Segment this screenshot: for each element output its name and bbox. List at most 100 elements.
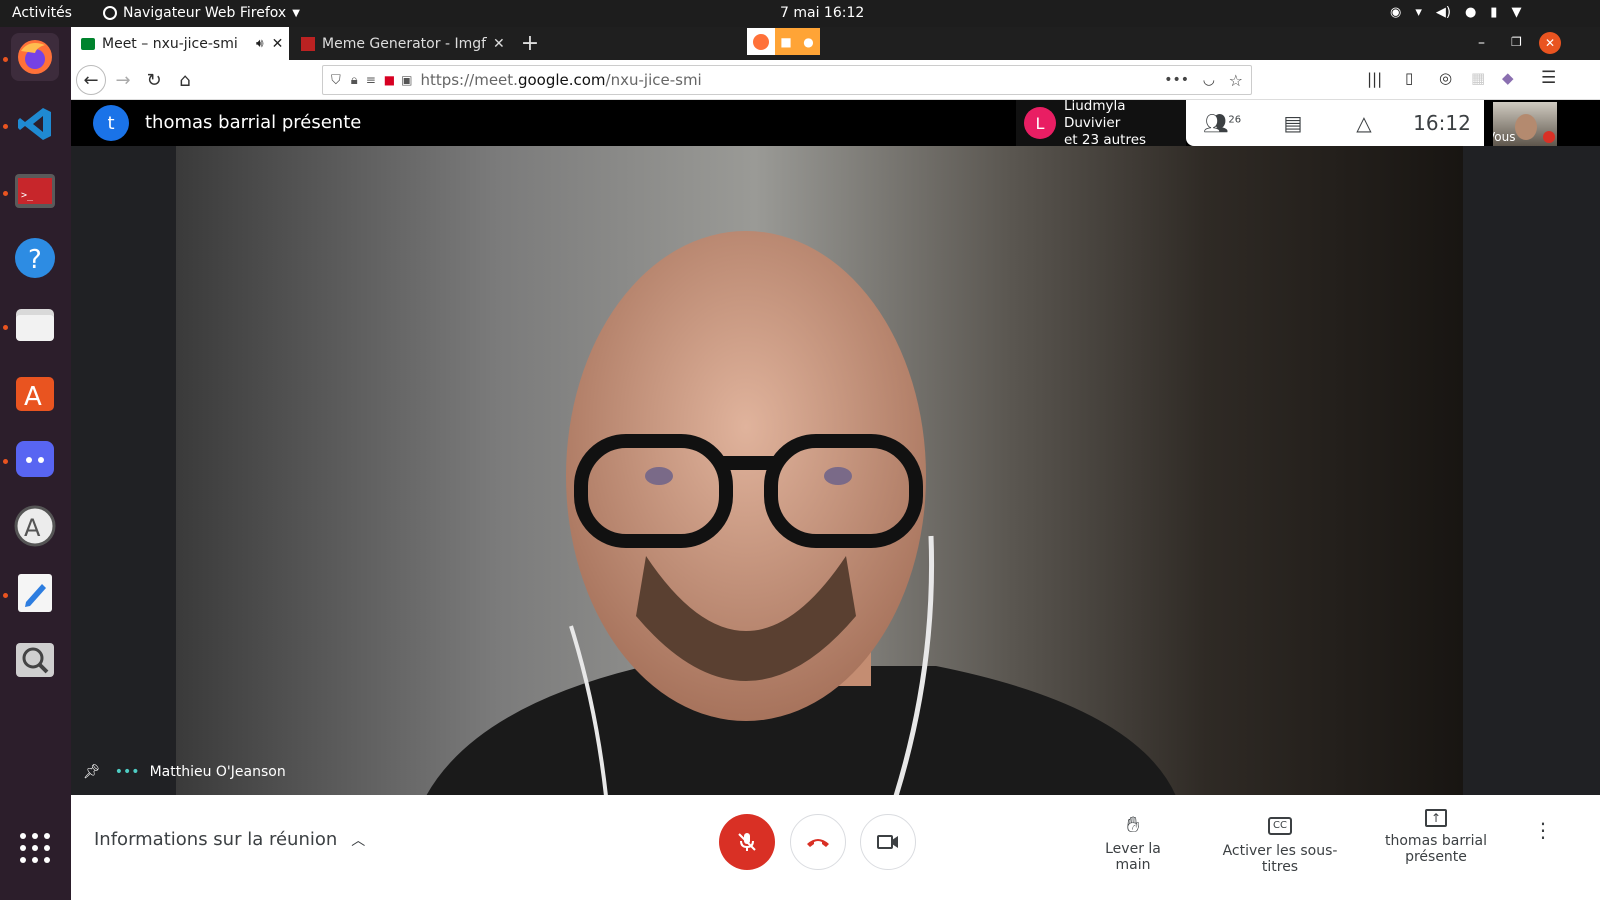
- new-tab-button[interactable]: +: [516, 27, 544, 60]
- microphone-icon[interactable]: ●: [1465, 5, 1476, 20]
- presenter-title: thomas barrial présente: [145, 112, 362, 133]
- camera-permission-icon[interactable]: ■: [384, 73, 395, 87]
- chevron-down-icon[interactable]: ▼: [1511, 5, 1521, 20]
- firefox-icon[interactable]: [11, 33, 59, 81]
- participant-avatar: L: [1024, 107, 1056, 139]
- system-tray[interactable]: ◉ ▾ ◀) ● ▮ ▼: [1390, 5, 1521, 20]
- camera-icon: [877, 835, 898, 849]
- url-text[interactable]: https://meet.google.com/nxu-jice-smi: [420, 71, 701, 89]
- more-options-icon[interactable]: ⋮: [1533, 820, 1553, 840]
- mic-permission-icon[interactable]: ▣: [401, 73, 412, 87]
- hangup-button[interactable]: [790, 814, 846, 870]
- svg-text:?: ?: [28, 245, 42, 275]
- close-window-icon[interactable]: ✕: [1539, 32, 1561, 54]
- back-icon[interactable]: ←: [76, 65, 106, 95]
- meeting-info-label: Informations sur la réunion: [94, 829, 338, 850]
- hand-icon: ✋︎: [1126, 813, 1140, 838]
- meet-header: t thomas barrial présente L Liudmyla Duv…: [71, 100, 1600, 148]
- chevron-up-icon: ︿: [351, 832, 366, 849]
- wifi-icon[interactable]: ▾: [1415, 5, 1422, 20]
- speaker-label: 📌︎ ••• Matthieu O'Jeanson: [83, 764, 286, 780]
- account-icon[interactable]: ◎: [1439, 69, 1452, 87]
- firefox-small-icon: [103, 6, 117, 20]
- screenshot-icon[interactable]: [11, 636, 59, 684]
- meet-content: t thomas barrial présente L Liudmyla Duv…: [71, 100, 1600, 900]
- tracking-shield-icon[interactable]: ⛉: [331, 73, 341, 88]
- url-path: /nxu-jice-smi: [605, 71, 702, 89]
- speaker-icon[interactable]: 🔊︎: [256, 36, 264, 51]
- discord-icon[interactable]: [11, 435, 59, 483]
- meet-top-panel: 👥︎26 ▤ △ 16:12: [1186, 100, 1484, 146]
- meet-clock: 16:12: [1413, 111, 1471, 135]
- svg-text:A: A: [24, 382, 42, 412]
- self-view-face: [1515, 114, 1537, 140]
- chevron-down-icon: ▼: [292, 7, 300, 19]
- captions-icon: CC: [1268, 817, 1292, 835]
- svg-text:>_: >_: [21, 190, 34, 201]
- library-icon[interactable]: |||: [1367, 70, 1382, 88]
- terminal-icon[interactable]: >_: [11, 167, 59, 215]
- activities-button[interactable]: △: [1328, 111, 1400, 135]
- self-view-tile[interactable]: Vous: [1493, 102, 1557, 146]
- mic-toggle-button[interactable]: [719, 814, 775, 870]
- tab-meme-label: Meme Generator - Imgfli: [322, 35, 487, 52]
- cat-extension-icon[interactable]: ◆: [1502, 69, 1514, 87]
- presenting-label-1: thomas barrial: [1385, 833, 1487, 849]
- people-count: 26: [1228, 114, 1242, 126]
- menu-icon[interactable]: ☰: [1541, 68, 1556, 88]
- meeting-info-button[interactable]: Informations sur la réunion ︿: [94, 829, 365, 850]
- tab-meme-generator[interactable]: Meme Generator - Imgfli ✕: [293, 27, 507, 60]
- pin-icon[interactable]: 📌︎: [83, 764, 101, 780]
- participant-initial: L: [1035, 113, 1045, 133]
- update-icon[interactable]: A: [11, 502, 59, 550]
- tab-bar: Meet – nxu-jice-smi 🔊︎ ✕ Meme Generator …: [71, 27, 1600, 60]
- url-bar[interactable]: ⛉ 🔒︎ ≡ ■ ▣ https://meet.google.com/nxu-j…: [322, 65, 1252, 95]
- minimize-icon[interactable]: –: [1478, 35, 1485, 51]
- presenting-button[interactable]: ↑ thomas barrial présente: [1383, 809, 1489, 865]
- page-actions-icon[interactable]: •••: [1164, 72, 1189, 88]
- volume-icon[interactable]: ◀): [1436, 5, 1451, 20]
- files-icon[interactable]: [11, 301, 59, 349]
- activities-button[interactable]: Activités: [12, 5, 72, 21]
- close-tab-icon[interactable]: ✕: [272, 36, 284, 52]
- clock-datetime[interactable]: 7 mai 16:12: [780, 5, 864, 21]
- meet-favicon-icon: [81, 37, 95, 50]
- extension-icon[interactable]: ▦: [1471, 69, 1485, 87]
- bookmark-star-icon[interactable]: ☆: [1229, 71, 1243, 90]
- pocket-icon[interactable]: ◡: [1203, 72, 1215, 88]
- shapes-icon: △: [1356, 111, 1372, 135]
- dock: >_ ? A A: [0, 27, 71, 900]
- battery-icon[interactable]: ▮: [1490, 5, 1497, 20]
- lock-icon[interactable]: 🔒︎: [351, 73, 358, 88]
- hangup-icon: [807, 839, 829, 847]
- show-applications-icon[interactable]: [11, 824, 59, 872]
- raise-hand-button[interactable]: ✋︎ Lever la main: [1086, 813, 1180, 873]
- more-dots-icon[interactable]: •••: [115, 764, 140, 780]
- text-editor-icon[interactable]: [11, 569, 59, 617]
- speaker-name: Matthieu O'Jeanson: [149, 764, 286, 780]
- meet-controls-bar: Informations sur la réunion ︿ ✋︎ Lever l…: [71, 795, 1600, 900]
- reload-icon[interactable]: ↻: [140, 66, 168, 94]
- captions-button[interactable]: CC Activer les sous-titres: [1205, 813, 1355, 875]
- main-video: [176, 146, 1463, 796]
- maximize-icon[interactable]: ❐: [1511, 35, 1522, 49]
- tab-meet-label: Meet – nxu-jice-smi: [102, 35, 238, 52]
- home-icon[interactable]: ⌂: [171, 66, 199, 94]
- sharing-indicator[interactable]: ■ ●: [747, 28, 820, 55]
- software-icon[interactable]: A: [11, 368, 59, 416]
- participant-chip[interactable]: L Liudmyla Duvivier et 23 autres: [1016, 100, 1186, 148]
- vscode-icon[interactable]: [11, 100, 59, 148]
- tab-meet[interactable]: Meet – nxu-jice-smi 🔊︎ ✕: [71, 27, 289, 60]
- url-prefix: https://meet.: [420, 71, 518, 89]
- sidebar-icon[interactable]: ▯: [1405, 69, 1413, 87]
- people-button[interactable]: 👥︎26: [1186, 111, 1258, 135]
- close-tab-icon[interactable]: ✕: [493, 36, 505, 52]
- chat-button[interactable]: ▤: [1258, 111, 1328, 135]
- help-icon[interactable]: ?: [11, 234, 59, 282]
- presenting-label-2: présente: [1405, 849, 1467, 865]
- permissions-icon[interactable]: ≡: [366, 73, 376, 87]
- app-menu[interactable]: Navigateur Web Firefox ▼: [103, 5, 300, 21]
- forward-icon[interactable]: →: [109, 66, 137, 94]
- discord-tray-icon[interactable]: ◉: [1390, 5, 1401, 20]
- camera-toggle-button[interactable]: [860, 814, 916, 870]
